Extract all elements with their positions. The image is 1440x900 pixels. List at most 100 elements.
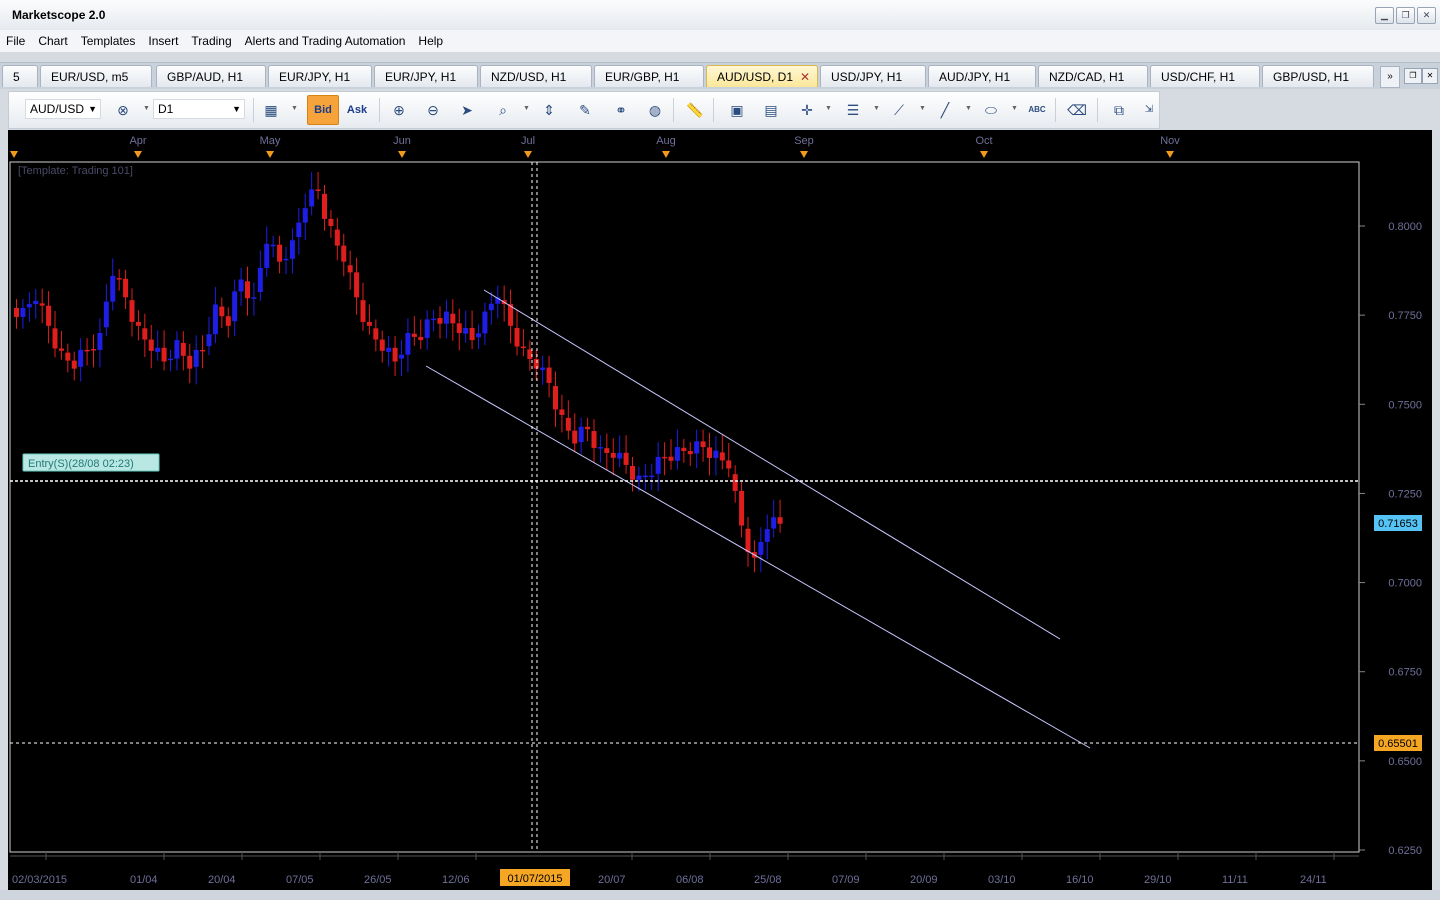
hierarchy-icon[interactable]: ⧉ (1107, 98, 1131, 122)
chevron-down-icon[interactable]: ▼ (825, 105, 832, 112)
close-icon[interactable]: ✕ (1422, 68, 1438, 84)
tab-chart[interactable]: AUD/JPY, H1 (928, 65, 1036, 87)
candle-body (322, 193, 327, 219)
restore-icon[interactable]: ❐ (1404, 68, 1422, 84)
price-chart[interactable]: Apr May Jun Jul Aug Sep Oct Nov 0.8000 0.7750 0.75… (8, 130, 1432, 890)
menu-insert[interactable]: Insert (142, 34, 185, 48)
price-tick-label: 0.7500 (1388, 399, 1422, 411)
crosshair-icon[interactable]: ✛ (795, 98, 819, 122)
candle-body (642, 475, 648, 478)
image-icon[interactable]: ▣ (725, 98, 749, 122)
scale-icon[interactable]: ⇕ (537, 98, 561, 122)
month-marker-icon (10, 151, 18, 158)
chevron-down-icon[interactable]: ▼ (143, 105, 150, 112)
chevron-down-icon[interactable]: ▼ (1011, 105, 1018, 112)
tab-close-icon[interactable]: ✕ (800, 66, 810, 87)
tab-label: NZD/CAD, H1 (1049, 70, 1125, 84)
candle-body (91, 349, 96, 351)
menu-file[interactable]: File (0, 34, 32, 48)
chevron-down-icon: ▼ (88, 104, 97, 114)
lines-icon[interactable]: ☰ (841, 98, 865, 122)
date-tick-label: 26/05 (364, 874, 392, 886)
candle-body (168, 358, 173, 361)
candle-body (155, 347, 161, 352)
template-label: [Template: Trading 101] (18, 165, 133, 177)
tab-chart[interactable]: USD/JPY, H1 (820, 65, 926, 87)
tab-chart-active[interactable]: AUD/USD, D1 ✕ (706, 65, 818, 87)
chart-type-icon[interactable]: ▦ (259, 98, 283, 122)
link-icon[interactable]: ⚭ (609, 98, 633, 122)
tab-chart[interactable]: EUR/JPY, H1 (268, 65, 372, 87)
chevron-down-icon[interactable]: ▼ (291, 105, 298, 112)
chevron-down-icon[interactable]: ▼ (965, 105, 972, 112)
candle-body (212, 304, 218, 335)
symbol-value: AUD/USD (30, 102, 85, 116)
tab-chart[interactable]: NZD/USD, H1 (480, 65, 592, 87)
menu-trading[interactable]: Trading (185, 34, 238, 48)
chevron-down-icon[interactable]: ▼ (919, 105, 926, 112)
ask-button[interactable]: Ask (345, 98, 369, 122)
date-tick-label: 11/11 (1222, 874, 1248, 886)
menu-bar: File Chart Templates Insert Trading Aler… (0, 30, 1440, 52)
menu-chart[interactable]: Chart (32, 34, 74, 48)
close-icon[interactable]: ✕ (1417, 7, 1436, 24)
zoom-out-icon[interactable]: ⊖ (421, 98, 445, 122)
chevron-down-icon[interactable]: ▼ (873, 105, 880, 112)
candle-body (46, 305, 52, 326)
tab-chart[interactable]: 5 (2, 65, 38, 87)
globe-icon[interactable]: ◍ (643, 98, 667, 122)
candle-body (129, 300, 135, 322)
chevron-down-icon[interactable]: ▼ (523, 105, 530, 112)
ruler-icon[interactable]: 📏 (683, 98, 707, 122)
candle-body (58, 348, 64, 351)
candle-body (450, 313, 456, 324)
tab-label: USD/CHF, H1 (1161, 70, 1236, 84)
candle-body (270, 244, 276, 247)
symbol-select[interactable]: AUD/USD ▼ (25, 99, 101, 119)
candle-body (668, 456, 674, 461)
window-icon[interactable]: ▤ (759, 98, 783, 122)
trendline-icon[interactable]: ╱ (933, 98, 957, 122)
candle-body (161, 347, 167, 362)
tab-chart[interactable]: USD/CHF, H1 (1150, 65, 1260, 87)
menu-help[interactable]: Help (412, 34, 450, 48)
candle-body (341, 245, 347, 262)
cursor-icon[interactable]: ➤ (455, 98, 479, 122)
edit-chart-icon[interactable]: ✎ (573, 98, 597, 122)
bid-button[interactable]: Bid (307, 95, 339, 125)
eraser-icon[interactable]: ⌫ (1065, 98, 1089, 122)
chart-canvas[interactable]: Apr May Jun Jul Aug Sep Oct Nov 0.8000 0.7750 0.75… (8, 130, 1432, 890)
menu-templates[interactable]: Templates (75, 34, 143, 48)
fan-icon[interactable]: ⟋ (887, 98, 911, 122)
candle-body (617, 452, 623, 459)
zoom-in-icon[interactable]: ⊕ (387, 98, 411, 122)
minimize-icon[interactable]: ▁ (1375, 7, 1394, 24)
month-label: Jun (393, 135, 411, 147)
indicator-remove-icon[interactable]: ⊗ (111, 98, 135, 122)
candle-body (174, 340, 180, 359)
candle-body (26, 304, 32, 308)
toolbar-overflow-icon[interactable]: ⇲ (1137, 98, 1161, 122)
candle-body (713, 450, 719, 458)
month-marker-icon (398, 151, 406, 158)
candle-body (225, 316, 231, 326)
target-price-label: 0.65501 (1378, 738, 1418, 750)
text-tool-icon[interactable]: ABC (1025, 98, 1049, 122)
tab-chart[interactable]: NZD/CAD, H1 (1038, 65, 1148, 87)
tab-chart[interactable]: GBP/AUD, H1 (156, 65, 266, 87)
tab-chart[interactable]: EUR/GBP, H1 (594, 65, 704, 87)
ellipse-icon[interactable]: ⬭ (979, 98, 1003, 122)
tab-scroll-icon[interactable]: » (1380, 66, 1400, 88)
tab-chart[interactable]: EUR/USD, m5 (40, 65, 152, 87)
tab-chart[interactable]: EUR/JPY, H1 (374, 65, 478, 87)
candle-body (777, 517, 783, 524)
tab-chart[interactable]: GBP/USD, H1 (1262, 65, 1374, 87)
candle-body (245, 281, 250, 299)
timeframe-select[interactable]: D1 ▼ (153, 99, 245, 119)
tab-label: EUR/USD, m5 (51, 70, 129, 84)
zoom-rect-icon[interactable]: ⌕ (491, 98, 515, 122)
candle-body (20, 308, 26, 317)
maximize-icon[interactable]: ❐ (1396, 7, 1415, 24)
menu-alerts[interactable]: Alerts and Trading Automation (239, 34, 413, 48)
price-tick-label: 0.6500 (1388, 756, 1422, 768)
